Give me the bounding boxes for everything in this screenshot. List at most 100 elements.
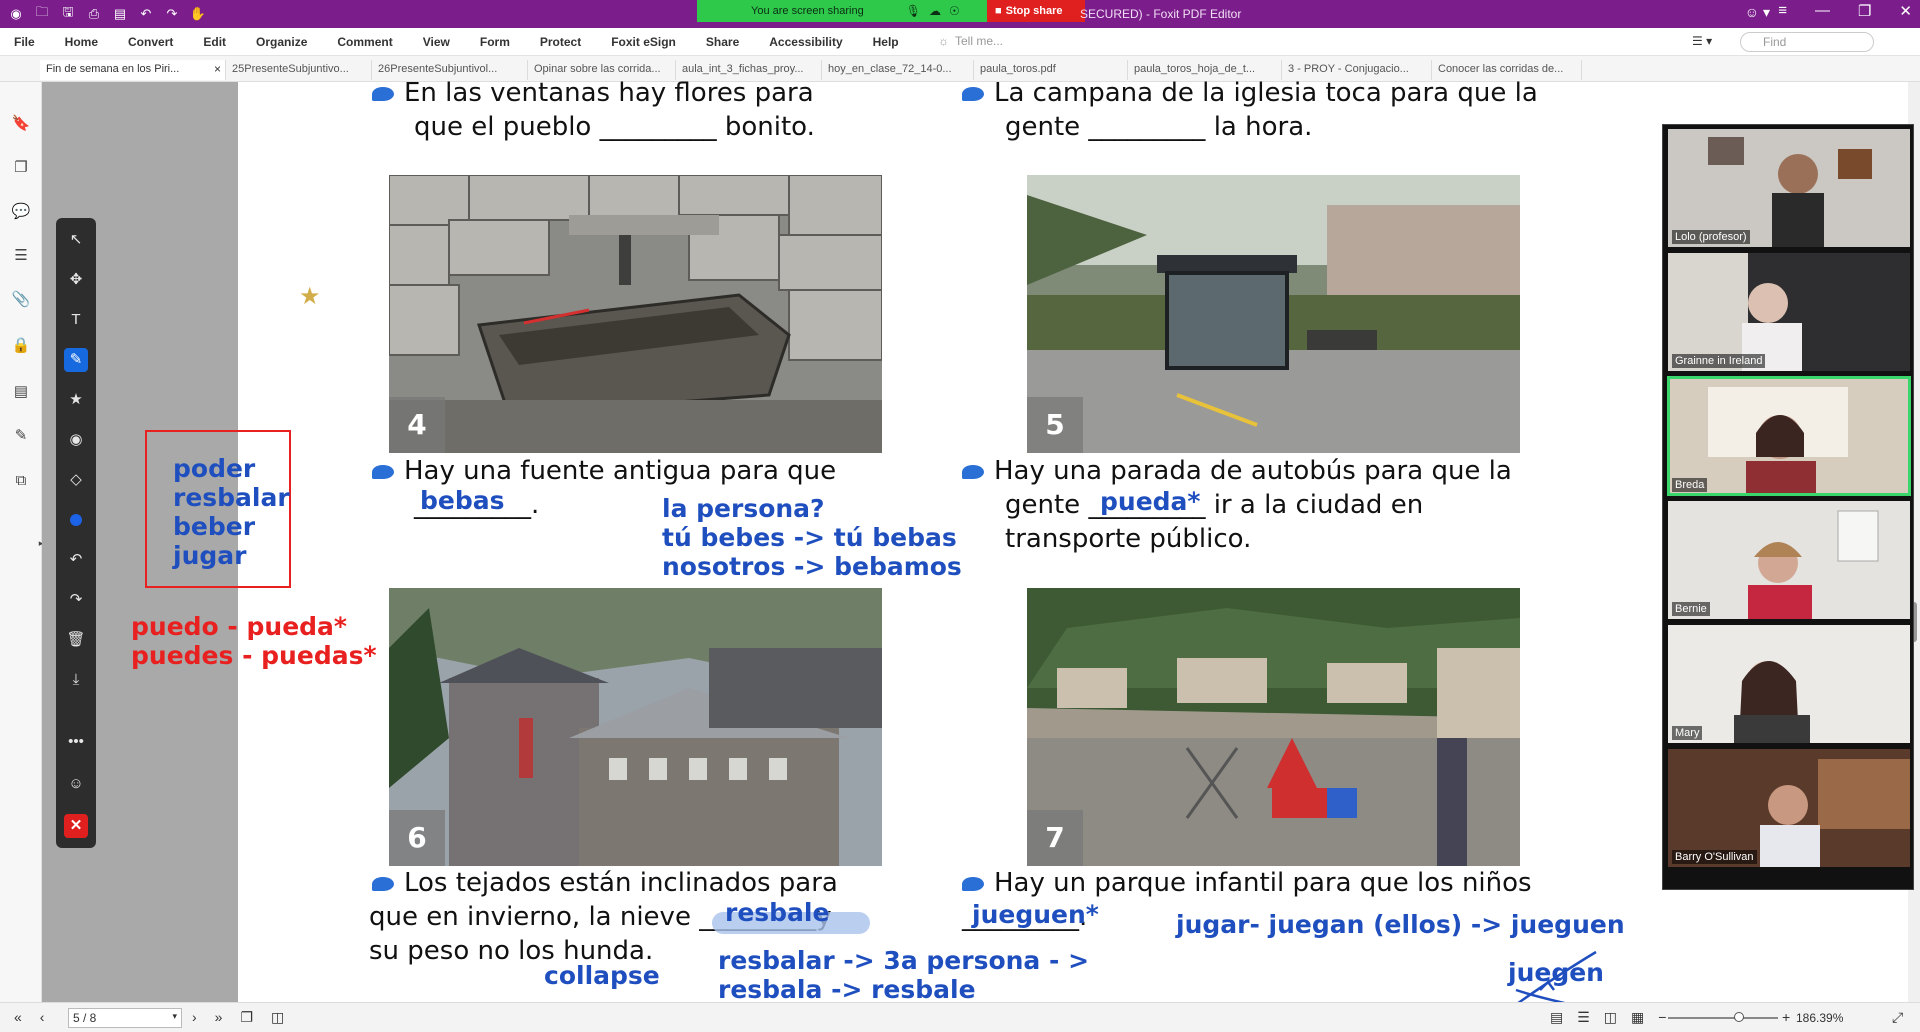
facing-icon[interactable]: ◫ (1604, 1009, 1617, 1026)
menu-share[interactable]: Share (706, 35, 739, 49)
page-navigation: « ‹ (14, 1009, 44, 1025)
red-note-puedas: puedes - puedas* (131, 641, 377, 670)
continuous-icon[interactable]: ☰ (1577, 1009, 1590, 1026)
spotlight-icon[interactable]: ◉ (64, 428, 88, 452)
continuous-facing-icon[interactable]: ▦ (1631, 1009, 1644, 1026)
menu-view[interactable]: View (423, 35, 450, 49)
document-tab[interactable]: hoy_en_clase_72_14-0... (822, 60, 974, 80)
minimize-icon[interactable]: — (1815, 2, 1830, 20)
menu-comment[interactable]: Comment (337, 35, 392, 49)
menu-edit[interactable]: Edit (203, 35, 226, 49)
color-picker-icon[interactable] (70, 514, 82, 526)
document-tab[interactable]: 25PresenteSubjuntivo... (226, 60, 372, 80)
page-number-input[interactable]: 5 / 8 ▾ (68, 1008, 182, 1028)
trash-icon[interactable]: 🗑 (64, 628, 88, 652)
document-tab[interactable]: Fin de semana en los Piri... × (40, 60, 226, 80)
zoom-slider[interactable] (1668, 1017, 1778, 1019)
print-icon[interactable]: ⎙ (84, 4, 104, 24)
answer-resbale: resbale (725, 898, 830, 927)
eraser-icon[interactable]: ◇ (64, 468, 88, 492)
find-input[interactable]: Find (1740, 32, 1874, 52)
participant-tile[interactable]: Bernie (1668, 501, 1910, 619)
redo-stroke-icon[interactable]: ↷ (64, 588, 88, 612)
zoom-slider-knob[interactable] (1734, 1012, 1744, 1022)
close-toolbar-icon[interactable]: ✕ (64, 814, 88, 838)
download-icon[interactable]: ⤓ (64, 668, 88, 692)
stop-share-button[interactable]: ■ Stop share (987, 0, 1085, 22)
tell-me-box[interactable]: ☼ Tell me... (938, 34, 1003, 48)
menu-bar: File Home Convert Edit Organize Comment View Fo… (0, 28, 1920, 56)
menu-protect[interactable]: Protect (540, 35, 581, 49)
photo-4-fountain: 4 (389, 175, 882, 453)
mic-icon[interactable]: 🎙 (906, 4, 921, 18)
find-options-icon[interactable]: ☰ ▾ (1692, 34, 1712, 48)
document-view[interactable] (42, 82, 1920, 1002)
sentence-bell-line-2: gente _________ la hora. (1005, 112, 1313, 142)
zoom-in-icon[interactable]: + (1782, 1009, 1790, 1025)
cloud-icon[interactable]: ☁ (929, 4, 941, 18)
select-arrow-icon[interactable]: ↖ (64, 228, 88, 252)
menu-file[interactable]: File (14, 35, 35, 49)
participant-tile[interactable]: Mary (1668, 625, 1910, 743)
user-settings-icon[interactable]: ☺ (64, 772, 88, 796)
next-page-icon[interactable]: › (192, 1009, 197, 1026)
status-bar: « ‹ 5 / 8 ▾ › » ❐ ◫ ▤ ☰ ◫ ▦ − + 186.39% ⤢ (0, 1002, 1920, 1032)
window-controls: ≡ — ❐ ✕ (1778, 2, 1912, 20)
participant-tile[interactable]: Grainne in Ireland (1668, 253, 1910, 371)
menu-icon[interactable]: ≡ (1778, 2, 1787, 20)
document-icon[interactable]: ▤ (11, 382, 31, 402)
hand-tool-icon[interactable]: ✋ (188, 4, 208, 24)
menu-form[interactable]: Form (480, 35, 510, 49)
comment-icon[interactable]: 💬 (11, 202, 31, 222)
zoom-level[interactable]: 186.39% (1796, 1011, 1843, 1025)
layers-icon[interactable]: ☰ (11, 246, 31, 266)
title-bar: ◉ 🗀 🖫 ⎙ ▤ ↶ ↷ ✋ You are screen sharing 🎙… (0, 0, 1920, 28)
menu-foxit-esign[interactable]: Foxit eSign (611, 35, 676, 49)
menu-help[interactable]: Help (873, 35, 899, 49)
fit-page-icon[interactable]: ⤢ (1892, 1009, 1903, 1026)
copy-pages-icon[interactable]: ❐ (240, 1009, 253, 1026)
star-stamp-tool-icon[interactable]: ★ (64, 388, 88, 412)
open-folder-icon[interactable]: 🗀 (32, 4, 52, 24)
redo-icon[interactable]: ↷ (162, 4, 182, 24)
last-page-icon[interactable]: » (215, 1009, 223, 1026)
red-note-pueda: puedo - pueda* (131, 612, 347, 641)
restore-icon[interactable]: ❐ (1858, 2, 1871, 20)
single-page-icon[interactable]: ▤ (1550, 1009, 1563, 1026)
participant-tile[interactable]: Barry O'Sullivan (1668, 749, 1910, 867)
participant-tile[interactable]: Lolo (profesor) (1668, 129, 1910, 247)
close-tab-icon[interactable]: × (214, 62, 221, 76)
pages-icon[interactable]: ❐ (11, 158, 31, 178)
pen-tool-icon[interactable]: ✎ (64, 348, 88, 372)
sentence-7-line-1: Hay un parque infantil para que los niño… (962, 866, 1532, 900)
menu-home[interactable]: Home (65, 35, 98, 49)
close-icon[interactable]: ✕ (1899, 2, 1912, 20)
participant-tile-active[interactable]: Breda (1667, 376, 1911, 496)
speech-bubble-icon (372, 464, 394, 479)
account-icon[interactable]: ☺ ▾ (1745, 4, 1770, 21)
first-page-icon[interactable]: « (14, 1009, 22, 1025)
shield-icon[interactable]: ☉ (949, 4, 960, 18)
undo-icon[interactable]: ↶ (136, 4, 156, 24)
split-view-icon[interactable]: ◫ (271, 1009, 284, 1026)
save-icon[interactable]: 🖫 (58, 4, 78, 24)
menu-organize[interactable]: Organize (256, 35, 307, 49)
foxit-logo-icon: ◉ (10, 6, 22, 21)
zoom-out-icon[interactable]: − (1658, 1009, 1666, 1026)
compare-icon[interactable]: ⧉ (11, 472, 31, 492)
view-mode-buttons: ▤ ☰ ◫ ▦ − (1550, 1009, 1666, 1026)
undo-stroke-icon[interactable]: ↶ (64, 548, 88, 572)
menu-accessibility[interactable]: Accessibility (769, 35, 842, 49)
move-icon[interactable]: ✥ (64, 268, 88, 292)
signature-icon[interactable]: ✎ (11, 426, 31, 446)
tab-label: Fin de semana en los Piri... (46, 63, 180, 75)
attachment-icon[interactable]: 📎 (11, 290, 31, 310)
security-lock-icon[interactable]: 🔒 (11, 336, 31, 356)
page-dropdown-icon[interactable]: ▾ (172, 1011, 177, 1022)
prev-page-icon[interactable]: ‹ (40, 1009, 45, 1025)
menu-convert[interactable]: Convert (128, 35, 173, 49)
text-tool-icon[interactable]: T (64, 308, 88, 332)
bookmark-icon[interactable]: 🔖 (11, 114, 31, 134)
new-doc-icon[interactable]: ▤ (110, 4, 130, 24)
more-options-icon[interactable]: ••• (64, 730, 88, 754)
